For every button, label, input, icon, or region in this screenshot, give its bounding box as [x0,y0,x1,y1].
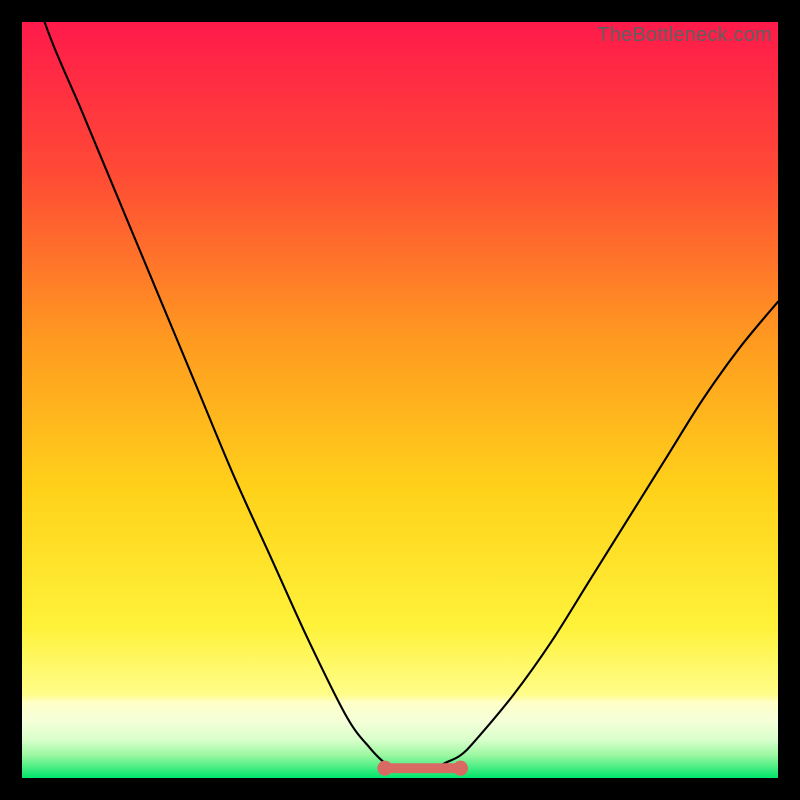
chart-frame: TheBottleneck.com [0,0,800,800]
gradient-background [22,22,778,778]
bottleneck-chart [22,22,778,778]
plot-area: TheBottleneck.com [22,22,778,778]
flat-region-marker-left [377,761,392,776]
attribution-text: TheBottleneck.com [597,24,772,47]
flat-region-marker-right [453,761,468,776]
